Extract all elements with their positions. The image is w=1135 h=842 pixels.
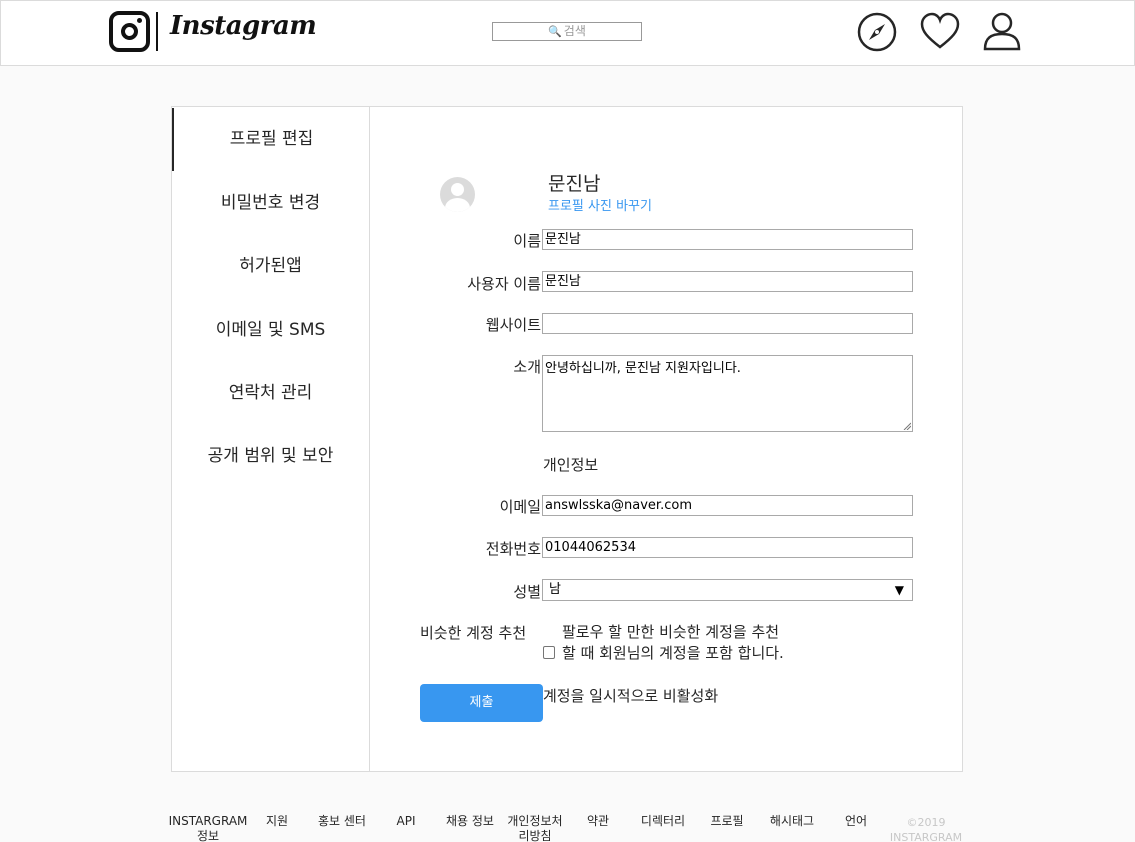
sidebar-item-email-sms[interactable]: 이메일 및 SMS xyxy=(172,299,369,362)
search-input[interactable]: 🔍 검색 xyxy=(492,22,642,41)
logo-divider xyxy=(156,12,158,51)
person-icon[interactable] xyxy=(981,11,1023,53)
similar-accounts-label: 비슷한 계정 추천 xyxy=(420,624,527,642)
footer-link-press[interactable]: 홍보 센터 xyxy=(311,814,373,829)
footer-link-hashtags[interactable]: 해시태그 xyxy=(763,814,821,829)
footer-link-terms[interactable]: 약관 xyxy=(581,814,615,829)
similar-accounts-description: 팔로우 할 만한 비슷한 계정을 추천할 때 회원님의 계정을 포함 합니다. xyxy=(562,623,784,662)
bio-text: 안녕하십니까, 문진남 지원자입니다. xyxy=(545,361,741,376)
sidebar-item-change-password[interactable]: 비밀번호 변경 xyxy=(172,172,369,235)
email-field[interactable]: answlsska@naver.com xyxy=(542,495,913,516)
gender-select[interactable]: 남 ▼ xyxy=(542,579,913,601)
profile-username: 문진남 xyxy=(548,173,601,195)
footer-copyright: ©2019 INSTARGRAM xyxy=(889,816,963,842)
instagram-wordmark[interactable]: Instagram xyxy=(170,11,317,41)
phone-label: 전화번호 xyxy=(485,540,541,558)
footer-link-api[interactable]: API xyxy=(390,814,422,829)
footer-link-jobs[interactable]: 채용 정보 xyxy=(440,814,500,829)
instagram-camera-logo-icon[interactable] xyxy=(109,11,150,52)
gender-label: 성별 xyxy=(513,583,541,601)
sidebar-item-edit-profile[interactable]: 프로필 편집 xyxy=(172,108,369,171)
username-label: 사용자 이름 xyxy=(467,275,541,293)
heart-icon[interactable] xyxy=(919,11,961,53)
search-icon: 🔍 xyxy=(548,25,562,38)
username-field[interactable]: 문진남 xyxy=(542,271,913,292)
settings-card: 프로필 편집 비밀번호 변경 허가된앱 이메일 및 SMS 연락처 관리 공개 … xyxy=(171,106,963,772)
submit-button[interactable]: 제출 xyxy=(420,684,543,722)
top-navigation-bar: Instagram 🔍 검색 xyxy=(0,0,1135,66)
footer-link-about[interactable]: INSTARGRAM 정보 xyxy=(166,814,250,842)
settings-sidebar: 프로필 편집 비밀번호 변경 허가된앱 이메일 및 SMS 연락처 관리 공개 … xyxy=(172,107,370,771)
compass-icon[interactable] xyxy=(856,11,898,53)
name-label: 이름 xyxy=(513,232,541,250)
gender-selected-value: 남 xyxy=(549,582,561,597)
website-field[interactable] xyxy=(542,313,913,334)
change-photo-link[interactable]: 프로필 사진 바꾸기 xyxy=(548,195,652,214)
resize-handle-icon[interactable] xyxy=(903,422,911,430)
footer-link-profiles[interactable]: 프로필 xyxy=(704,814,750,829)
footer-link-support[interactable]: 지원 xyxy=(261,814,293,829)
bio-textarea[interactable]: 안녕하십니까, 문진남 지원자입니다. xyxy=(542,355,913,432)
footer-link-language[interactable]: 언어 xyxy=(838,814,874,829)
sidebar-item-authorized-apps[interactable]: 허가된앱 xyxy=(172,235,369,298)
avatar[interactable] xyxy=(440,177,475,212)
dropdown-arrow-icon: ▼ xyxy=(894,583,904,597)
bio-label: 소개 xyxy=(513,358,541,376)
phone-field[interactable]: 01044062534 xyxy=(542,537,913,558)
email-label: 이메일 xyxy=(499,498,541,516)
private-info-title: 개인정보 xyxy=(543,456,599,474)
footer-link-directory[interactable]: 디렉터리 xyxy=(634,814,692,829)
search-placeholder: 검색 xyxy=(563,24,586,38)
sidebar-item-manage-contacts[interactable]: 연락처 관리 xyxy=(172,362,369,425)
similar-accounts-checkbox[interactable] xyxy=(543,646,555,659)
deactivate-account-link[interactable]: 계정을 일시적으로 비활성화 xyxy=(543,685,718,706)
sidebar-item-privacy-security[interactable]: 공개 범위 및 보안 xyxy=(172,425,369,488)
footer-link-privacy[interactable]: 개인정보처리방침 xyxy=(503,814,567,842)
website-label: 웹사이트 xyxy=(485,316,541,334)
name-field[interactable]: 문진남 xyxy=(542,229,913,250)
